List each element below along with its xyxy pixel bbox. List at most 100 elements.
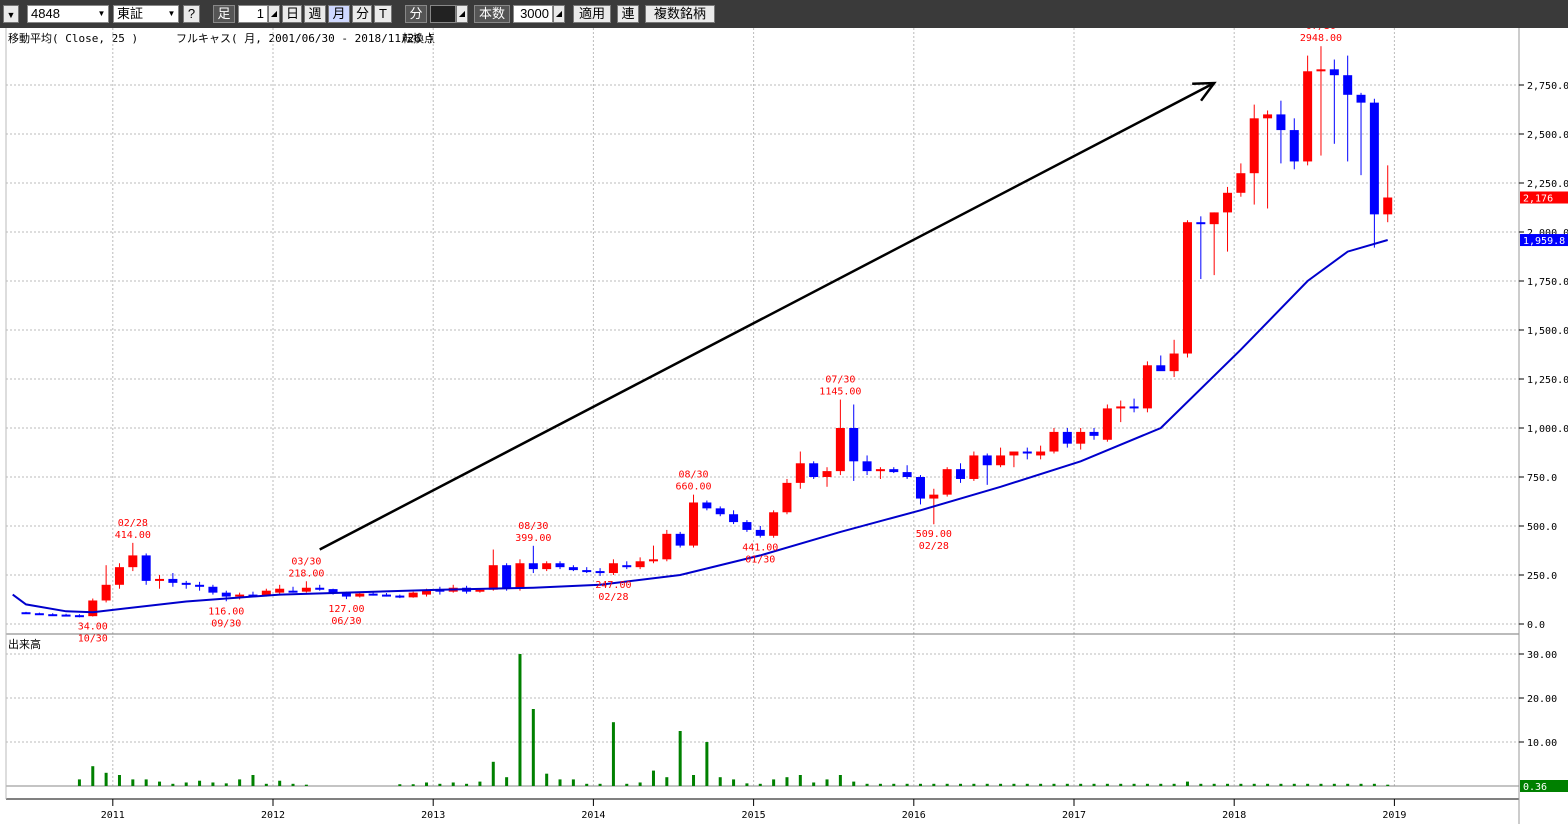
year-label: 2013 [421, 810, 445, 821]
price-tick-label: 1,000.0 [1527, 424, 1568, 435]
volume-bar [918, 783, 922, 786]
candle-body [128, 555, 138, 568]
volume-bar [1052, 783, 1056, 786]
period-spin-button[interactable]: ◢ [268, 5, 280, 23]
help-button[interactable]: ? [183, 5, 200, 23]
candle-body [1076, 431, 1086, 444]
candle-body [221, 592, 231, 597]
candle [702, 500, 712, 511]
candle-body [742, 522, 752, 530]
candle [515, 559, 525, 591]
volume-bar [465, 783, 469, 786]
candle-body [969, 455, 979, 479]
candle [275, 584, 285, 595]
time-axis: 2011 2012 2013 2014 2015 2016 2017 2018 2019 [101, 799, 1406, 821]
chart[interactable]: 34.0010/3002/28414.00116.0009/3003/30218… [0, 28, 1568, 824]
minute-button[interactable]: 分 [352, 5, 372, 23]
week-button[interactable]: 週 [304, 5, 326, 23]
candle-body [662, 533, 672, 560]
tick-button[interactable]: T [374, 5, 392, 23]
symbol-select[interactable]: 4848 ▼ [27, 5, 109, 23]
volume-bar [518, 654, 522, 786]
candle [742, 520, 752, 532]
candle [862, 455, 872, 476]
volume-bar [798, 775, 802, 786]
annotation-date: 02/28 [598, 592, 628, 603]
period-input[interactable]: 1 [238, 5, 268, 23]
candle-body [862, 461, 872, 472]
candle [1289, 118, 1299, 170]
candle [1209, 212, 1219, 276]
year-label: 2015 [742, 810, 766, 821]
volume-bar [772, 779, 776, 786]
market-select[interactable]: 東証 ▼ [113, 5, 179, 23]
candle [1116, 400, 1126, 423]
candle [301, 581, 311, 593]
candle [1196, 216, 1206, 280]
candle [982, 453, 992, 485]
link-button[interactable]: 連 [617, 5, 639, 23]
volume-bar [825, 779, 829, 786]
candle-body [769, 512, 779, 536]
candle-body [1289, 130, 1299, 162]
day-button[interactable]: 日 [282, 5, 302, 23]
volume-bar [398, 784, 402, 786]
candle [1356, 92, 1366, 176]
trend-arrow-line[interactable] [319, 81, 1215, 551]
candle-body [582, 570, 592, 573]
volume-bar [1386, 784, 1390, 786]
minute-spin-button[interactable]: ◢ [456, 5, 468, 23]
volume-bar [1132, 783, 1136, 786]
candlesticks [21, 46, 1393, 618]
volume-bar [158, 781, 162, 786]
candle-body [381, 594, 391, 597]
apply-button[interactable]: 適用 [573, 5, 611, 23]
price-tick-label: 750.0 [1527, 473, 1557, 484]
candle [835, 399, 845, 476]
candle [689, 494, 699, 548]
candle-body [502, 565, 512, 589]
candle [849, 404, 859, 481]
candle [956, 463, 966, 483]
volume-bar [1239, 783, 1243, 786]
candle-body [1383, 197, 1393, 215]
candle-body [488, 565, 498, 590]
volume-bar [117, 775, 121, 786]
chevron-down-icon: ▼ [167, 9, 176, 18]
candle-body [689, 502, 699, 546]
candle [21, 611, 31, 615]
volume-bar [651, 770, 655, 786]
volume-bar [1039, 783, 1043, 786]
volume-bar [758, 783, 762, 786]
candle-body [648, 559, 658, 562]
candle [488, 549, 498, 591]
volume-bar [705, 742, 709, 786]
volume-bar [425, 782, 429, 786]
menu-button[interactable]: ▼ [3, 5, 19, 23]
minute-input[interactable] [430, 5, 456, 23]
candle [101, 565, 111, 603]
multi-symbol-button[interactable]: 複数銘柄 [645, 5, 715, 23]
reversal-annotation: 127.0006/30 [328, 604, 364, 627]
candle-body [21, 612, 31, 615]
candle [288, 586, 298, 593]
annotation-date: 02/28 [919, 541, 949, 552]
candle-body [235, 594, 245, 597]
volume-bar [1372, 783, 1376, 786]
candle-body [61, 614, 71, 617]
candle [622, 561, 632, 570]
market-value: 東証 [117, 6, 144, 21]
candle-body [822, 471, 832, 477]
reversal-annotation: 509.0002/28 [916, 529, 952, 552]
candle [114, 563, 124, 589]
annotation-date: 08/30 [518, 521, 548, 532]
candle-body [889, 469, 899, 473]
volume-bar [1306, 783, 1310, 786]
month-button[interactable]: 月 [328, 5, 350, 23]
volume-bar [1159, 783, 1163, 786]
volume-bar [865, 783, 869, 786]
annotation-date: 10/30 [78, 634, 108, 645]
bars-input[interactable]: 3000 [513, 5, 553, 23]
bars-spin-button[interactable]: ◢ [553, 5, 565, 23]
volume-bar [678, 731, 682, 786]
